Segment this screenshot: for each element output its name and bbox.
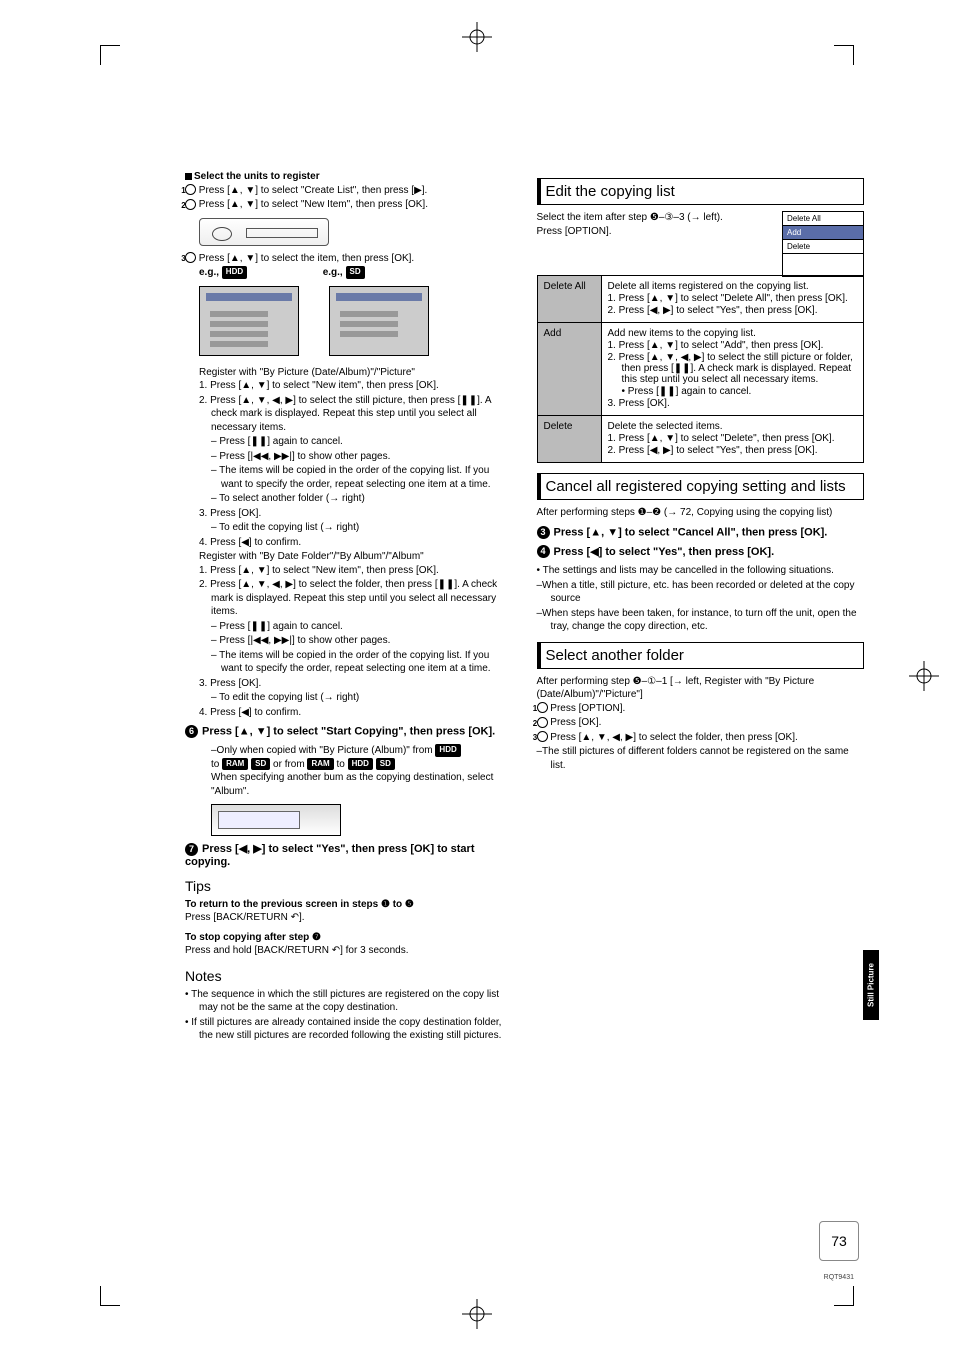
album-illustration (211, 804, 341, 836)
reg-b-2: 2. Press [▲, ▼, ◀, ▶] to select the fold… (185, 578, 513, 619)
tips-2-bold: To stop copying after step ❼ (185, 931, 513, 945)
reg-b-2a: – Press [❚❚] again to cancel. (185, 620, 513, 634)
cancel-step-4: 4Press [◀] to select "Yes", then press [… (537, 545, 865, 559)
footer-code: RQT9431 (824, 1274, 854, 1281)
hdd-screen (199, 286, 299, 356)
row-delete-all-h: Delete All (537, 276, 601, 323)
side-tab: Still Picture (863, 950, 879, 1020)
step-7: 7Press [◀, ▶] to select "Yes", then pres… (185, 842, 513, 868)
tips-heading: Tips (185, 878, 513, 894)
reg-a-3a: – To edit the copying list (→ right) (185, 521, 513, 535)
reg-b-2b: – Press [|◀◀, ▶▶|] to show other pages. (185, 634, 513, 648)
step-6: 6Press [▲, ▼] to select "Start Copying",… (185, 725, 513, 738)
step-6-note: –Only when copied with "By Picture (Albu… (185, 744, 513, 798)
reg-b-1: 1. Press [▲, ▼] to select "New item", th… (185, 564, 513, 578)
reg-a-2: 2. Press [▲, ▼, ◀, ▶] to select the stil… (185, 394, 513, 435)
notes-heading: Notes (185, 968, 513, 984)
reg-a-1: 1. Press [▲, ▼] to select "New item", th… (185, 379, 513, 393)
menu-empty (783, 254, 863, 276)
cancel-heading: Cancel all registered copying setting an… (537, 473, 865, 500)
reg-a-2b: – Press [|◀◀, ▶▶|] to show other pages. (185, 450, 513, 464)
step-2: 2 Press [▲, ▼] to select "New Item", the… (185, 198, 513, 212)
cancel-b1b: –When steps have been taken, for instanc… (537, 607, 865, 634)
menu-delete[interactable]: Delete (783, 240, 863, 254)
notes-2: • If still pictures are already containe… (185, 1016, 513, 1043)
select-2: 2 Press [OK]. (537, 716, 865, 730)
cancel-intro: After performing steps ❶–❷ (→ 72, Copyin… (537, 506, 865, 520)
menu-delete-all[interactable]: Delete All (783, 212, 863, 226)
reg-a-4: 4. Press [◀] to confirm. (185, 536, 513, 550)
reg-a-2d: – To select another folder (→ right) (185, 492, 513, 506)
registration-mark-right (909, 661, 939, 691)
row-delete-all-b: Delete all items registered on the copyi… (601, 276, 864, 323)
select-units-heading: Select the units to register (185, 170, 513, 184)
registration-mark-top (462, 22, 492, 52)
tips-1: Press [BACK/RETURN ↶]. (185, 911, 513, 925)
option-menu: Delete All Add Delete (782, 211, 864, 277)
select-1: 1 Press [OPTION]. (537, 702, 865, 716)
operations-table: Delete All Delete all items registered o… (537, 275, 865, 463)
register-b-title: Register with "By Date Folder"/"By Album… (185, 550, 513, 564)
cancel-b1: • The settings and lists may be cancelle… (537, 564, 865, 578)
reg-a-2c: – The items will be copied in the order … (185, 464, 513, 491)
screenshot-row (185, 286, 513, 356)
right-column: Edit the copying list Select the item af… (537, 170, 865, 1044)
step-3: 3 Press [▲, ▼] to select the item, then … (185, 252, 513, 266)
device-illustration (199, 218, 329, 246)
notes-1: • The sequence in which the still pictur… (185, 988, 513, 1015)
page-number: 73 (819, 1221, 859, 1261)
reg-b-3: 3. Press [OK]. (185, 677, 513, 691)
reg-b-3a: – To edit the copying list (→ right) (185, 691, 513, 705)
tips-2: Press and hold [BACK/RETURN ↶] for 3 sec… (185, 944, 513, 958)
row-add-h: Add (537, 323, 601, 416)
reg-a-2a: – Press [❚❚] again to cancel. (185, 435, 513, 449)
menu-add[interactable]: Add (783, 226, 863, 240)
sd-screen (329, 286, 429, 356)
row-delete-h: Delete (537, 416, 601, 463)
cancel-step-3: 3Press [▲, ▼] to select "Cancel All", th… (537, 526, 865, 539)
reg-b-2c: – The items will be copied in the order … (185, 649, 513, 676)
reg-b-4: 4. Press [◀] to confirm. (185, 706, 513, 720)
cancel-b1a: –When a title, still picture, etc. has b… (537, 579, 865, 606)
sd-badge: SD (346, 266, 365, 279)
select-heading: Select another folder (537, 642, 865, 669)
row-delete-b: Delete the selected items. 1. Press [▲, … (601, 416, 864, 463)
left-column: Select the units to register 1 Press [▲,… (185, 170, 513, 1044)
step-1: 1 Press [▲, ▼] to select "Create List", … (185, 184, 513, 198)
row-add-b: Add new items to the copying list. 1. Pr… (601, 323, 864, 416)
registration-mark-bottom (462, 1299, 492, 1329)
select-3: 3 Press [▲, ▼, ◀, ▶] to select the folde… (537, 731, 865, 745)
reg-a-3: 3. Press [OK]. (185, 507, 513, 521)
tips-1-bold: To return to the previous screen in step… (185, 898, 513, 912)
select-intro: After performing step ❺–①–1 [→ left, Reg… (537, 675, 865, 702)
register-a-title: Register with "By Picture (Date/Album)"/… (185, 366, 513, 380)
select-3a: –The still pictures of different folders… (537, 745, 865, 772)
eg-row: e.g., HDD e.g., SD (185, 266, 513, 280)
edit-heading: Edit the copying list (537, 178, 865, 205)
hdd-badge: HDD (222, 266, 247, 279)
